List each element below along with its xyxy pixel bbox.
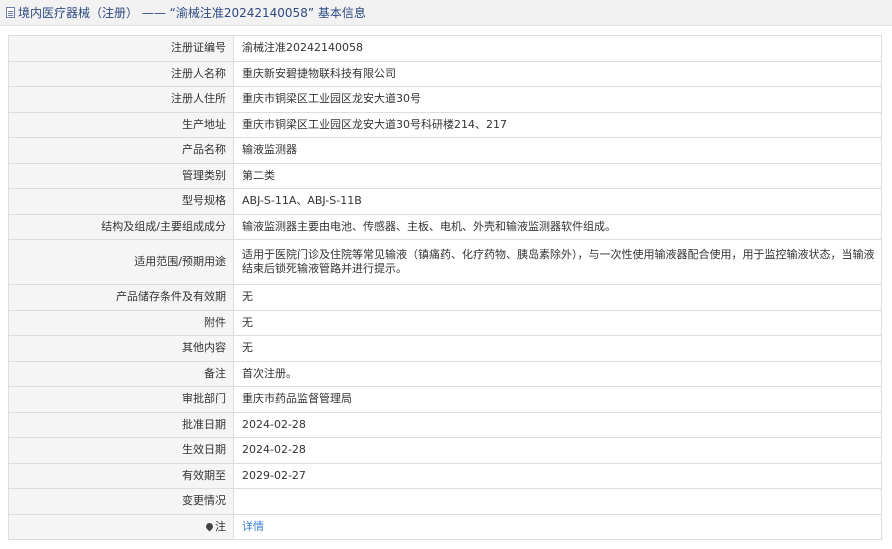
table-row: 型号规格 ABJ-S-11A、ABJ-S-11B — [8, 188, 882, 215]
row-value: 2029-02-27 — [233, 462, 882, 489]
table-row: 变更情况 — [8, 488, 882, 515]
row-value: 无 — [233, 284, 882, 311]
table-row: 结构及组成/主要组成成分 输液监测器主要由电池、传感器、主板、电机、外壳和输液监… — [8, 213, 882, 240]
table-row: 注册人住所 重庆市铜梁区工业园区龙安大道30号 — [8, 86, 882, 113]
page-header: 境内医疗器械（注册） —— “渝械注准20242140058” 基本信息 — [0, 0, 892, 26]
table-row: 备注 首次注册。 — [8, 360, 882, 387]
row-value — [233, 488, 882, 515]
table-row: 产品名称 输液监测器 — [8, 137, 882, 164]
row-value: 重庆市铜梁区工业园区龙安大道30号 — [233, 86, 882, 113]
table-row: 管理类别 第二类 — [8, 162, 882, 189]
table-row: 其他内容 无 — [8, 335, 882, 362]
row-value: 重庆市药品监督管理局 — [233, 386, 882, 413]
table-row: 注册人名称 重庆新安碧捷物联科技有限公司 — [8, 60, 882, 87]
row-label: 变更情况 — [8, 488, 234, 515]
note-label: 注 — [215, 519, 226, 533]
pin-icon — [204, 521, 215, 532]
row-value: 第二类 — [233, 162, 882, 189]
row-label: 注册证编号 — [8, 35, 234, 62]
details-link[interactable]: 详情 — [242, 520, 264, 533]
row-label: 生产地址 — [8, 111, 234, 138]
row-label: 适用范围/预期用途 — [8, 239, 234, 285]
table-row: 生效日期 2024-02-28 — [8, 437, 882, 464]
row-label: 管理类别 — [8, 162, 234, 189]
note-row: 注 详情 — [8, 513, 882, 540]
table-row: 有效期至 2029-02-27 — [8, 462, 882, 489]
row-label: 审批部门 — [8, 386, 234, 413]
note-value-cell: 详情 — [233, 513, 882, 540]
row-value: 渝械注准20242140058 — [233, 35, 882, 62]
page-title: 境内医疗器械（注册） —— “渝械注准20242140058” 基本信息 — [18, 6, 366, 20]
row-value: 无 — [233, 309, 882, 336]
info-table: 注册证编号 渝械注准20242140058 注册人名称 重庆新安碧捷物联科技有限… — [8, 35, 882, 540]
row-label: 批准日期 — [8, 411, 234, 438]
row-label: 注册人住所 — [8, 86, 234, 113]
row-value: 重庆新安碧捷物联科技有限公司 — [233, 60, 882, 87]
row-value: 输液监测器主要由电池、传感器、主板、电机、外壳和输液监测器软件组成。 — [233, 213, 882, 240]
row-value: 2024-02-28 — [233, 411, 882, 438]
row-label: 备注 — [8, 360, 234, 387]
row-label: 产品储存条件及有效期 — [8, 284, 234, 311]
table-row: 审批部门 重庆市药品监督管理局 — [8, 386, 882, 413]
row-value: ABJ-S-11A、ABJ-S-11B — [233, 188, 882, 215]
table-row: 产品储存条件及有效期 无 — [8, 284, 882, 311]
table-row: 适用范围/预期用途 适用于医院门诊及住院等常见输液（镇痛药、化疗药物、胰岛素除外… — [8, 239, 882, 285]
row-label: 其他内容 — [8, 335, 234, 362]
row-label: 结构及组成/主要组成成分 — [8, 213, 234, 240]
row-value: 2024-02-28 — [233, 437, 882, 464]
row-label: 型号规格 — [8, 188, 234, 215]
row-value: 重庆市铜梁区工业园区龙安大道30号科研楼214、217 — [233, 111, 882, 138]
row-label: 有效期至 — [8, 462, 234, 489]
row-value: 首次注册。 — [233, 360, 882, 387]
table-row: 批准日期 2024-02-28 — [8, 411, 882, 438]
row-label: 附件 — [8, 309, 234, 336]
row-label: 生效日期 — [8, 437, 234, 464]
document-icon — [6, 7, 15, 18]
row-label: 注册人名称 — [8, 60, 234, 87]
row-value: 输液监测器 — [233, 137, 882, 164]
table-row: 生产地址 重庆市铜梁区工业园区龙安大道30号科研楼214、217 — [8, 111, 882, 138]
table-row: 注册证编号 渝械注准20242140058 — [8, 35, 882, 62]
info-table-container: 注册证编号 渝械注准20242140058 注册人名称 重庆新安碧捷物联科技有限… — [8, 35, 882, 540]
row-value: 无 — [233, 335, 882, 362]
table-row: 附件 无 — [8, 309, 882, 336]
row-label: 产品名称 — [8, 137, 234, 164]
note-label-cell: 注 — [8, 513, 234, 540]
row-value: 适用于医院门诊及住院等常见输液（镇痛药、化疗药物、胰岛素除外），与一次性使用输液… — [233, 239, 882, 285]
